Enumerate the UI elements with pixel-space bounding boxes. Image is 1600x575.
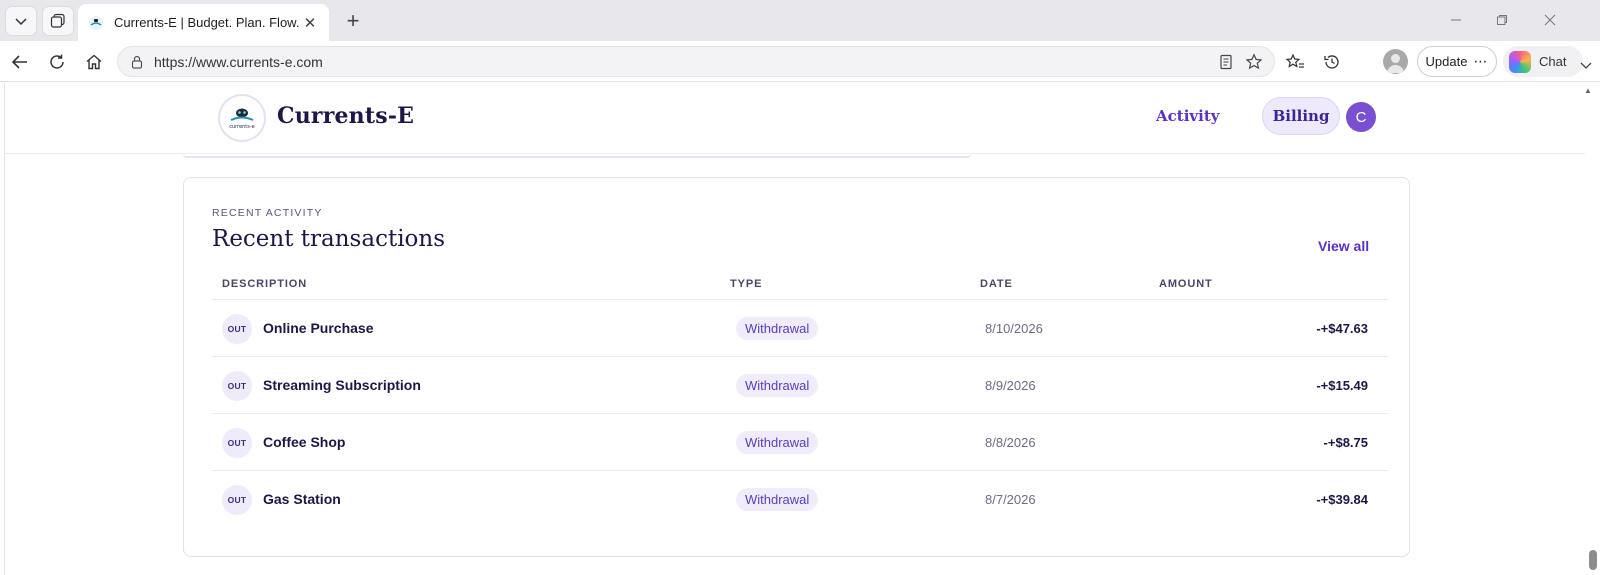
transaction-description: Streaming Subscription	[263, 377, 421, 393]
copilot-icon	[1509, 50, 1531, 73]
transaction-type-pill: Withdrawal	[736, 431, 819, 454]
transaction-date: 8/10/2026	[985, 321, 1043, 336]
sidebar-chevron-icon[interactable]	[1580, 57, 1592, 75]
reader-mode-icon[interactable]	[1212, 48, 1240, 76]
url-text[interactable]: https://www.currents-e.com	[154, 54, 1212, 70]
table-row[interactable]: OUT Coffee Shop Withdrawal 8/8/2026 -+$8…	[212, 414, 1388, 471]
user-avatar[interactable]: C	[1346, 102, 1376, 132]
chat-label: Chat	[1539, 54, 1567, 69]
card-eyebrow: RECENT ACTIVITY	[212, 207, 323, 219]
window-close-icon[interactable]	[1539, 10, 1561, 30]
lock-icon[interactable]	[124, 55, 150, 69]
transaction-description: Gas Station	[263, 491, 341, 507]
transaction-amount: -+$47.63	[1316, 321, 1368, 336]
site-header: currents-e Currents-E Activity Billing C	[5, 83, 1585, 154]
tab-close-icon[interactable]: ✕	[301, 14, 319, 32]
view-all-link[interactable]: View all	[1318, 238, 1369, 254]
history-icon[interactable]	[1319, 49, 1345, 75]
table-row[interactable]: OUT Gas Station Withdrawal 8/7/2026 -+$3…	[212, 471, 1388, 528]
transaction-date: 8/9/2026	[985, 378, 1036, 393]
nav-activity-link[interactable]: Activity	[1156, 107, 1219, 125]
refresh-icon[interactable]	[44, 49, 70, 75]
favorites-icon[interactable]	[1282, 49, 1308, 75]
profile-avatar-icon[interactable]	[1383, 49, 1408, 74]
direction-badge: OUT	[222, 314, 252, 344]
column-header-date: DATE	[980, 278, 1013, 290]
direction-badge: OUT	[222, 371, 252, 401]
site-favicon-icon	[88, 15, 104, 31]
direction-badge: OUT	[222, 428, 252, 458]
minimize-icon[interactable]	[1445, 10, 1467, 30]
tab-actions-chevron-icon[interactable]	[5, 6, 37, 36]
transaction-description: Coffee Shop	[263, 434, 346, 450]
direction-badge: OUT	[222, 485, 252, 515]
transaction-type-pill: Withdrawal	[736, 374, 819, 397]
update-label: Update	[1425, 54, 1468, 69]
recent-transactions-card: RECENT ACTIVITY Recent transactions View…	[183, 177, 1410, 557]
favorite-star-icon[interactable]	[1240, 48, 1268, 76]
column-header-description: DESCRIPTION	[222, 278, 308, 290]
transaction-amount: -+$8.75	[1323, 435, 1368, 450]
brand-logo[interactable]: currents-e	[218, 94, 266, 142]
address-bar[interactable]: https://www.currents-e.com	[117, 46, 1275, 77]
new-tab-icon[interactable]: +	[340, 8, 366, 34]
page-viewport: currents-e Currents-E Activity Billing C…	[4, 83, 1600, 575]
back-arrow-icon[interactable]	[7, 49, 33, 75]
transaction-amount: -+$39.84	[1316, 492, 1368, 507]
transaction-date: 8/7/2026	[985, 492, 1036, 507]
scroll-up-arrow-icon[interactable]: ▲	[1584, 86, 1594, 95]
transaction-description: Online Purchase	[263, 320, 374, 336]
brand-name[interactable]: Currents-E	[277, 103, 414, 129]
column-header-type: TYPE	[730, 278, 763, 290]
transaction-type-pill: Withdrawal	[736, 488, 819, 511]
more-dots-icon: ⋯	[1473, 53, 1489, 69]
card-title: Recent transactions	[212, 226, 446, 252]
browser-toolbar: https://www.currents-e.com Update ⋯ Chat	[0, 41, 1600, 82]
tab-title: Currents-E | Budget. Plan. Flow.	[114, 15, 300, 30]
transaction-amount: -+$15.49	[1316, 378, 1368, 393]
transaction-type-pill: Withdrawal	[736, 317, 819, 340]
update-button[interactable]: Update ⋯	[1417, 46, 1497, 77]
browser-tab-active[interactable]: Currents-E | Budget. Plan. Flow. ✕	[78, 4, 329, 41]
previous-card-edge	[183, 154, 971, 158]
transaction-date: 8/8/2026	[985, 435, 1036, 450]
browser-tab-bar: Currents-E | Budget. Plan. Flow. ✕ +	[0, 0, 1600, 41]
logo-text: currents-e	[229, 124, 255, 130]
scrollbar-thumb[interactable]	[1589, 550, 1597, 570]
restore-icon[interactable]	[1491, 10, 1513, 30]
column-header-amount: AMOUNT	[1159, 278, 1213, 290]
home-icon[interactable]	[81, 49, 107, 75]
table-row[interactable]: OUT Online Purchase Withdrawal 8/10/2026…	[212, 300, 1388, 357]
workspaces-icon[interactable]	[42, 6, 74, 36]
copilot-chat-button[interactable]: Chat	[1503, 46, 1583, 77]
nav-billing-link[interactable]: Billing	[1262, 97, 1340, 135]
table-row[interactable]: OUT Streaming Subscription Withdrawal 8/…	[212, 357, 1388, 414]
